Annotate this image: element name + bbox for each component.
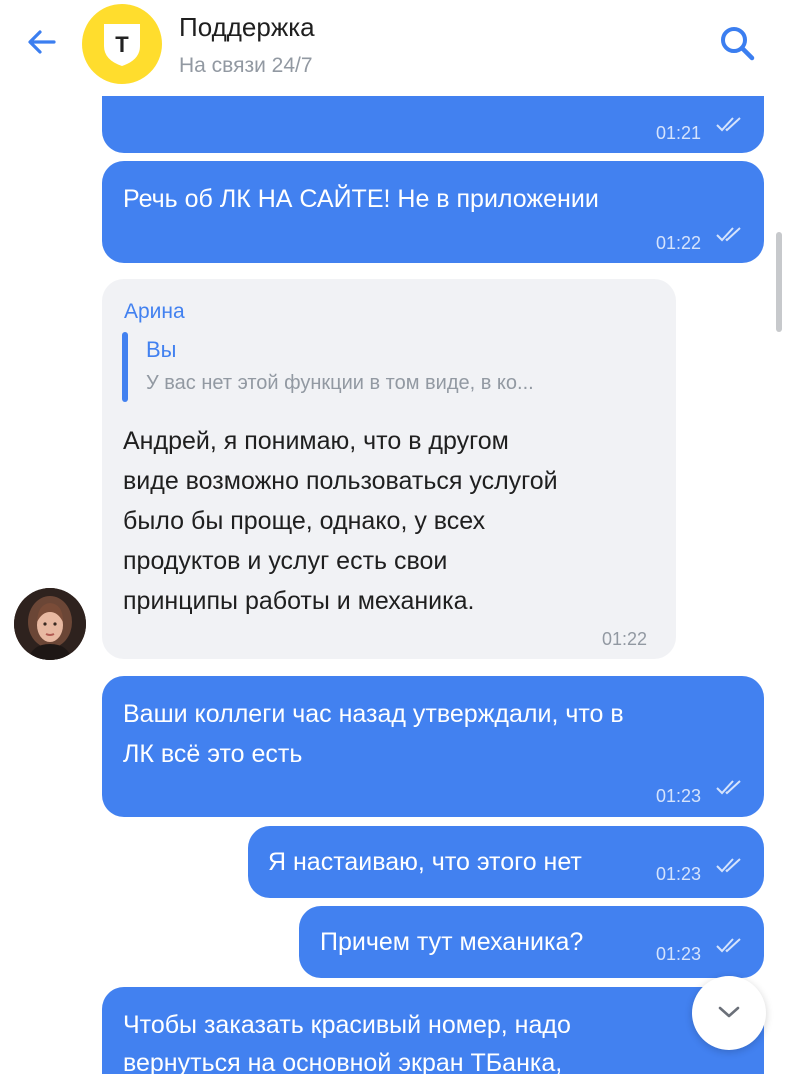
message-text-line: Ваши коллеги час назад утверждали, что в	[123, 700, 624, 728]
message-text-line: было бы проще, однако, у всех	[123, 507, 486, 535]
double-check-icon	[716, 117, 741, 132]
double-check-icon	[716, 227, 741, 242]
chat-title: Поддержка	[179, 12, 315, 42]
message-time: 01:22	[602, 629, 648, 649]
back-button[interactable]	[24, 24, 60, 60]
message-text: Причем тут механика?	[320, 928, 584, 956]
chat-header: Т Поддержка На связи 24/7	[0, 0, 788, 96]
message-time: 01:23	[656, 864, 702, 884]
message-time: 01:21	[656, 123, 702, 143]
message-outgoing[interactable]: Ваши коллеги час назад утверждали, что в…	[102, 676, 764, 817]
message-text-line: принципы работы и механика.	[123, 587, 475, 615]
double-check-icon	[716, 858, 741, 873]
message-text-line: вернуться на основной экран ТБанка,	[123, 1049, 563, 1074]
message-text-line: виде возможно пользоваться услугой	[123, 467, 558, 495]
message-text: Я настаиваю, что этого нет	[268, 848, 582, 876]
message-time: 01:23	[656, 786, 702, 806]
message-text-line: Андрей, я понимаю, что в другом	[123, 427, 509, 455]
message-time: 01:23	[656, 944, 702, 964]
message-text: Речь об ЛК НА САЙТЕ! Не в приложении	[123, 185, 599, 213]
message-time: 01:22	[656, 233, 702, 253]
logo-letter: Т	[115, 32, 129, 57]
reply-quote-author[interactable]: Вы	[146, 335, 177, 365]
agent-avatar[interactable]	[14, 588, 86, 660]
message-text-line: ЛК всё это есть	[123, 740, 303, 768]
message-outgoing[interactable]: Причем тут механика? 01:23	[299, 906, 764, 978]
chevron-down-icon	[718, 1006, 740, 1018]
chat-status: На связи 24/7	[179, 54, 313, 77]
message-outgoing[interactable]: Чтобы заказать красивый номер, надо верн…	[102, 987, 764, 1074]
message-text-line: продуктов и услуг есть свои	[123, 547, 448, 575]
back-arrow-icon	[28, 30, 56, 54]
search-button[interactable]	[718, 24, 758, 64]
sender-name: Арина	[124, 300, 185, 323]
scrollbar-thumb[interactable]	[776, 232, 782, 332]
support-avatar[interactable]: Т	[82, 4, 162, 84]
reply-quote-bar	[122, 332, 128, 402]
bank-shield-logo-icon: Т	[104, 24, 140, 66]
message-text-line: Чтобы заказать красивый номер, надо	[123, 1011, 571, 1039]
message-outgoing[interactable]: Речь об ЛК НА САЙТЕ! Не в приложении 01:…	[102, 161, 764, 263]
agent-photo	[14, 588, 86, 660]
message-incoming[interactable]: Арина Вы У вас нет этой функции в том ви…	[102, 279, 676, 659]
scroll-to-bottom-button[interactable]	[692, 976, 766, 1050]
message-outgoing[interactable]: Я настаиваю, что этого нет 01:23	[248, 826, 764, 898]
reply-quote-text[interactable]: У вас нет этой функции в том виде, в ко.…	[146, 368, 534, 398]
double-check-icon	[716, 938, 741, 953]
chat-screen: 01:21 Речь об ЛК НА САЙТЕ! Не в приложен…	[0, 0, 788, 1074]
double-check-icon	[716, 780, 741, 795]
search-icon	[721, 27, 755, 61]
